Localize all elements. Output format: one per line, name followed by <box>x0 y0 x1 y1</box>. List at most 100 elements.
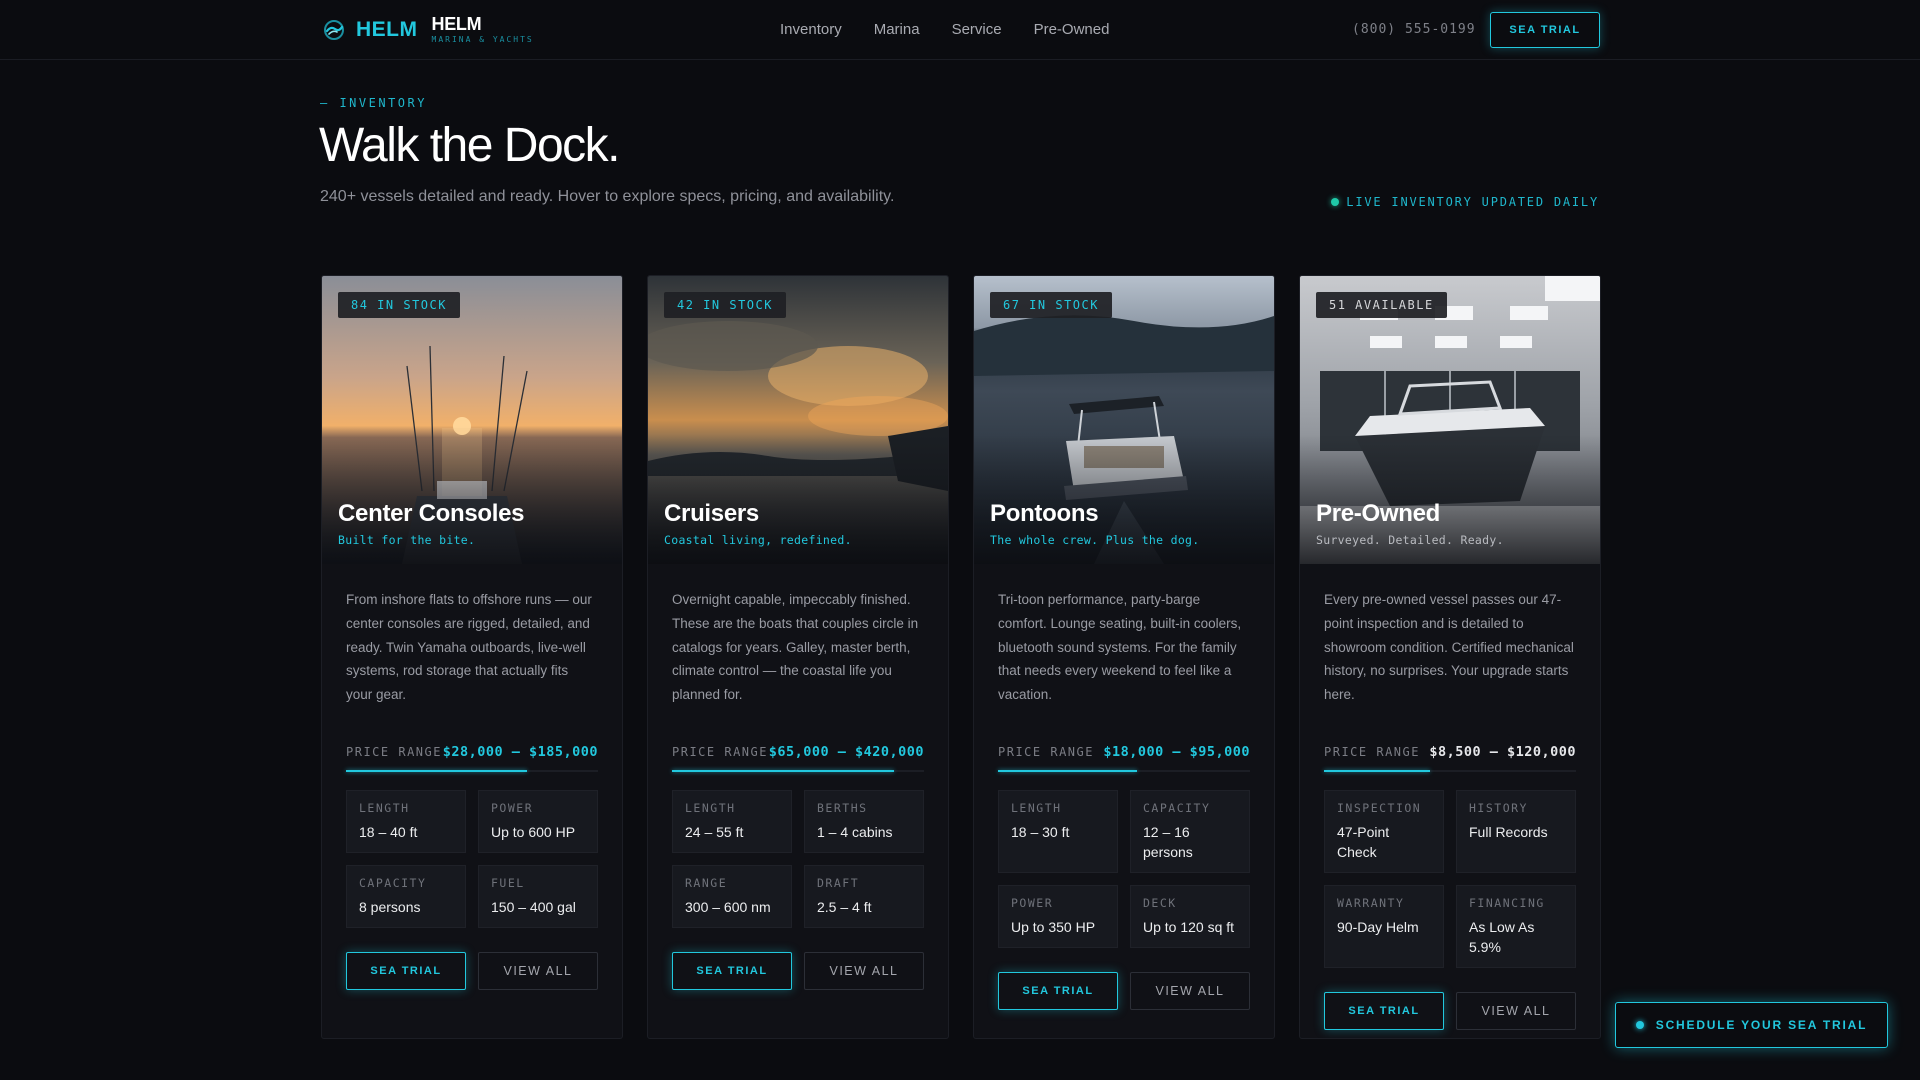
spec-financing: FINANCING As Low As 5.9% <box>1456 885 1576 968</box>
price-row: PRICE RANGE $8,500 – $120,000 <box>1324 744 1576 760</box>
spec-grid: LENGTH 24 – 55 ft BERTHS 1 – 4 cabins RA… <box>672 790 924 928</box>
spec-length: LENGTH 18 – 30 ft <box>998 790 1118 873</box>
nav-sea-trial-button[interactable]: SEA TRIAL <box>1490 12 1600 48</box>
spec-value: Up to 120 sq ft <box>1143 919 1235 935</box>
view-all-button[interactable]: VIEW ALL <box>1130 972 1250 1010</box>
view-all-button[interactable]: VIEW ALL <box>1456 992 1576 1030</box>
spec-label: POWER <box>491 801 534 815</box>
spec-warranty: WARRANTY 90-Day Helm <box>1324 885 1444 968</box>
nav-link-inventory[interactable]: Inventory <box>780 21 842 38</box>
spec-draft: DRAFT 2.5 – 4 ft <box>804 865 924 928</box>
view-all-button[interactable]: VIEW ALL <box>804 952 924 990</box>
spec-value: 47-Point Check <box>1337 824 1390 860</box>
spec-label: FUEL <box>491 876 525 890</box>
logo-sub-text: MARINA & YACHTS <box>431 35 534 44</box>
spec-label: WARRANTY <box>1337 896 1405 910</box>
spec-value: Full Records <box>1469 824 1548 840</box>
card-body: Tri-toon performance, party-barge comfor… <box>998 588 1250 1010</box>
price-label: PRICE RANGE <box>346 745 442 759</box>
card-actions: SEA TRIAL VIEW ALL <box>672 952 924 990</box>
top-nav: HELM HELM MARINA & YACHTS Inventory Mari… <box>0 0 1920 60</box>
card-title: Pontoons <box>990 500 1099 527</box>
spec-grid: LENGTH 18 – 30 ft CAPACITY 12 – 16 perso… <box>998 790 1250 948</box>
spec-value: As Low As 5.9% <box>1469 919 1535 955</box>
spec-label: FINANCING <box>1469 896 1545 910</box>
stock-badge: 42 IN STOCK <box>664 292 786 318</box>
spec-inspection: INSPECTION 47-Point Check <box>1324 790 1444 873</box>
category-card-cruisers[interactable]: 42 IN STOCK Cruisers Coastal living, red… <box>647 275 949 1039</box>
category-card-pre-owned[interactable]: 51 AVAILABLE Pre-Owned Surveyed. Detaile… <box>1299 275 1601 1039</box>
category-card-pontoons[interactable]: 67 IN STOCK Pontoons The whole crew. Plu… <box>973 275 1275 1039</box>
price-row: PRICE RANGE $18,000 – $95,000 <box>998 744 1250 760</box>
spec-grid: INSPECTION 47-Point Check HISTORY Full R… <box>1324 790 1576 968</box>
spec-length: LENGTH 18 – 40 ft <box>346 790 466 853</box>
card-title: Pre-Owned <box>1316 500 1440 527</box>
sea-trial-button[interactable]: SEA TRIAL <box>1324 992 1444 1030</box>
spec-history: HISTORY Full Records <box>1456 790 1576 873</box>
card-image: 84 IN STOCK Center Consoles Built for th… <box>322 276 622 564</box>
spec-value: Up to 600 HP <box>491 824 576 840</box>
nav-link-pre-owned[interactable]: Pre-Owned <box>1034 21 1110 38</box>
card-description: From inshore flats to offshore runs — ou… <box>346 592 592 703</box>
spec-berths: BERTHS 1 – 4 cabins <box>804 790 924 853</box>
spec-grid: LENGTH 18 – 40 ft POWER Up to 600 HP CAP… <box>346 790 598 928</box>
logo-accent-text: HELM <box>356 17 418 41</box>
nav-link-marina[interactable]: Marina <box>874 21 920 38</box>
spec-value: 24 – 55 ft <box>685 824 744 840</box>
spec-fuel: FUEL 150 – 400 gal <box>478 865 598 928</box>
price-value: $65,000 – $420,000 <box>768 744 924 760</box>
card-actions: SEA TRIAL VIEW ALL <box>998 972 1250 1010</box>
price-row: PRICE RANGE $28,000 – $185,000 <box>346 744 598 760</box>
stock-badge: 67 IN STOCK <box>990 292 1112 318</box>
nav-link-service[interactable]: Service <box>952 21 1002 38</box>
schedule-sea-trial-button[interactable]: SCHEDULE YOUR SEA TRIAL <box>1615 1002 1888 1048</box>
price-row: PRICE RANGE $65,000 – $420,000 <box>672 744 924 760</box>
price-label: PRICE RANGE <box>998 745 1094 759</box>
spec-range: RANGE 300 – 600 nm <box>672 865 792 928</box>
price-label: PRICE RANGE <box>672 745 768 759</box>
card-tagline: Surveyed. Detailed. Ready. <box>1316 533 1504 547</box>
spec-label: BERTHS <box>817 801 868 815</box>
price-value: $8,500 – $120,000 <box>1429 744 1576 760</box>
view-all-button[interactable]: VIEW ALL <box>478 952 598 990</box>
spec-value: 90-Day Helm <box>1337 919 1419 935</box>
logo-main-text: HELM <box>431 14 482 34</box>
brand-logo[interactable]: HELM HELM MARINA & YACHTS <box>322 15 534 44</box>
price-value: $18,000 – $95,000 <box>1103 744 1250 760</box>
card-title: Center Consoles <box>338 500 525 527</box>
card-tagline: Built for the bite. <box>338 533 476 547</box>
spec-label: RANGE <box>685 876 728 890</box>
spec-power: POWER Up to 600 HP <box>478 790 598 853</box>
spec-value: 8 persons <box>359 899 421 915</box>
card-image: 51 AVAILABLE Pre-Owned Surveyed. Detaile… <box>1300 276 1600 564</box>
spec-value: 18 – 30 ft <box>1011 824 1070 840</box>
price-range-fill <box>1324 770 1430 772</box>
schedule-sea-trial-label: SCHEDULE YOUR SEA TRIAL <box>1655 1018 1868 1032</box>
spec-label: LENGTH <box>685 801 736 815</box>
logo-wordmark: HELM MARINA & YACHTS <box>432 15 534 44</box>
spec-value: 12 – 16 persons <box>1143 824 1193 860</box>
card-image: 42 IN STOCK Cruisers Coastal living, red… <box>648 276 948 564</box>
price-range-bar <box>998 770 1250 772</box>
spec-label: DECK <box>1143 896 1177 910</box>
spec-label: INSPECTION <box>1337 801 1422 815</box>
card-image: 67 IN STOCK Pontoons The whole crew. Plu… <box>974 276 1274 564</box>
page-subtitle: 240+ vessels detailed and ready. Hover t… <box>320 188 895 205</box>
category-card-center-consoles[interactable]: 84 IN STOCK Center Consoles Built for th… <box>321 275 623 1039</box>
card-actions: SEA TRIAL VIEW ALL <box>346 952 598 990</box>
sea-trial-button[interactable]: SEA TRIAL <box>672 952 792 990</box>
card-body: Overnight capable, impeccably finished. … <box>672 588 924 990</box>
card-body: From inshore flats to offshore runs — ou… <box>346 588 598 990</box>
spec-label: HISTORY <box>1469 801 1528 815</box>
nav-phone[interactable]: (800) 555-0199 <box>1352 22 1476 37</box>
spec-label: LENGTH <box>359 801 410 815</box>
spec-value: 150 – 400 gal <box>491 899 576 915</box>
sea-trial-button[interactable]: SEA TRIAL <box>346 952 466 990</box>
spec-value: 2.5 – 4 ft <box>817 899 872 915</box>
stock-badge: 84 IN STOCK <box>338 292 460 318</box>
spec-label: CAPACITY <box>359 876 427 890</box>
live-inventory-indicator: LIVE INVENTORY UPDATED DAILY <box>1331 195 1599 209</box>
sea-trial-button[interactable]: SEA TRIAL <box>998 972 1118 1010</box>
live-inventory-text: LIVE INVENTORY UPDATED DAILY <box>1346 195 1599 209</box>
card-actions: SEA TRIAL VIEW ALL <box>1324 992 1576 1030</box>
